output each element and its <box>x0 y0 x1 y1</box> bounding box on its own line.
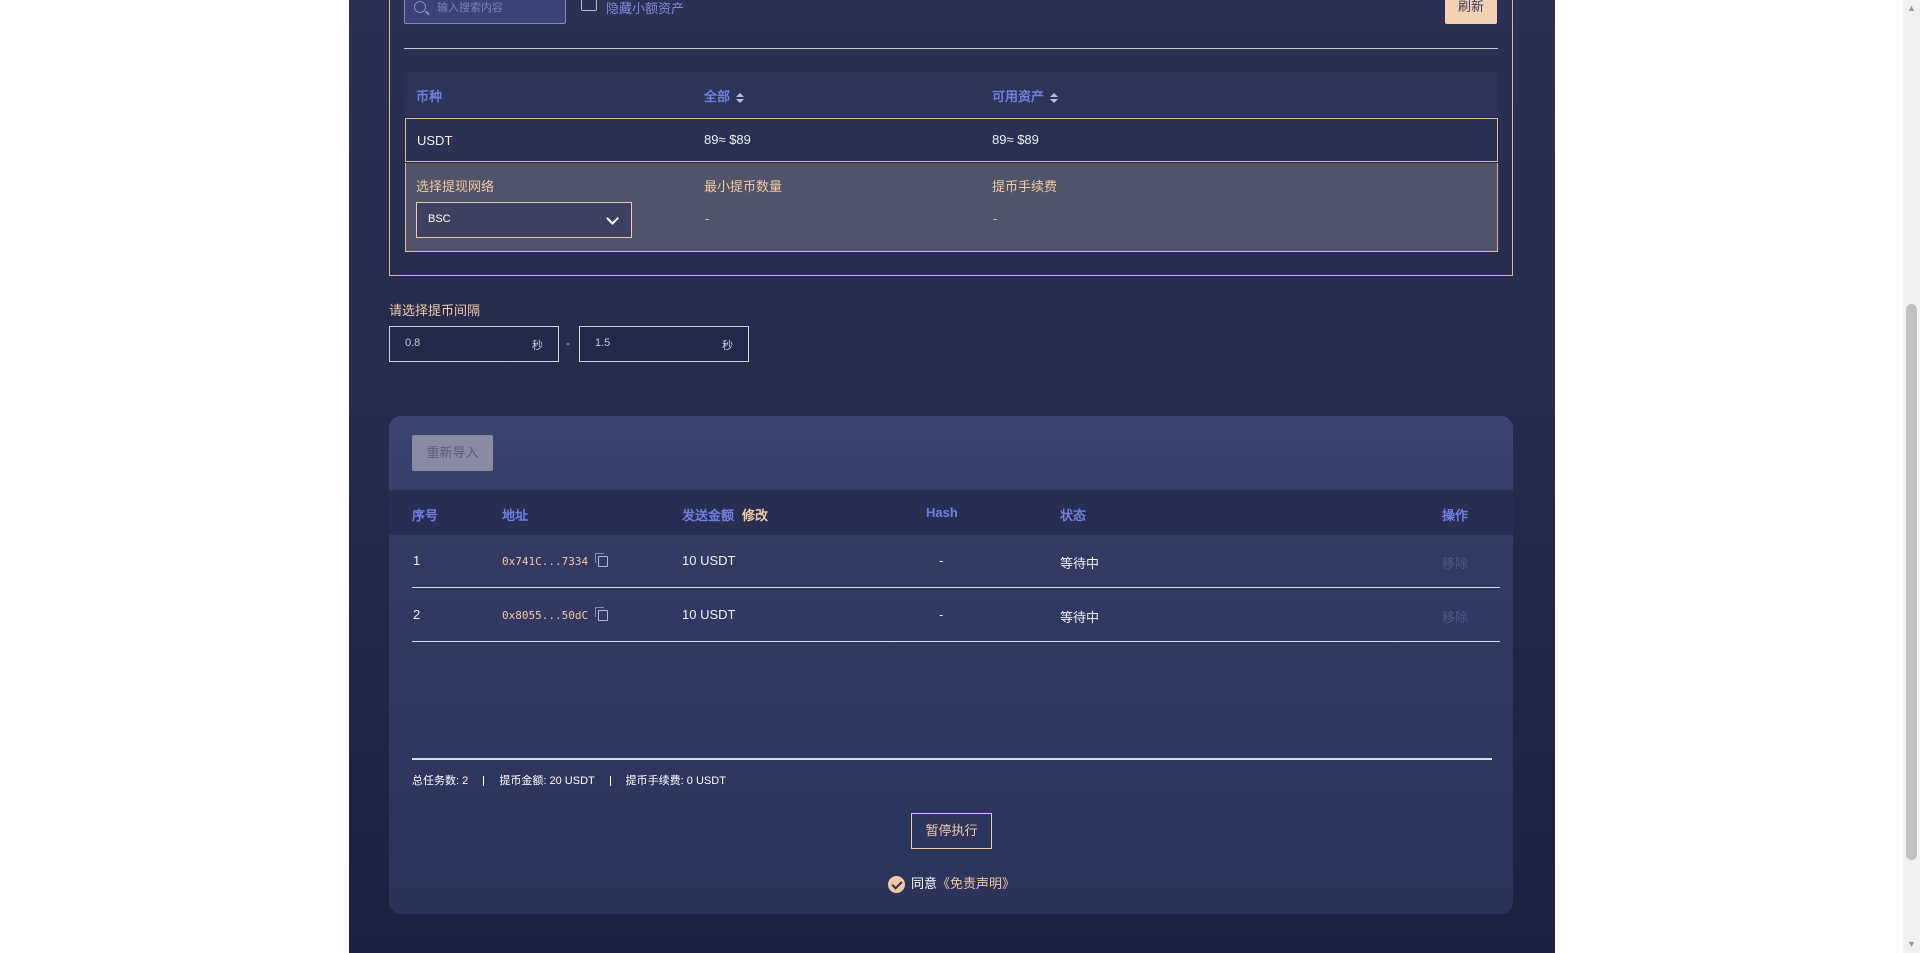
interval-max-value: 1.5 <box>595 337 611 349</box>
row-divider <box>412 641 1500 642</box>
row2-remove-button[interactable]: 移除 <box>1442 607 1468 626</box>
interval-separator: - <box>566 336 570 350</box>
header-amount: 发送金额 修改 <box>682 505 768 524</box>
row1-status: 等待中 <box>1060 556 1100 571</box>
row2-address-cell: 0x8055...50dC <box>502 607 609 622</box>
row1-amount: 10 USDT <box>682 553 736 568</box>
page-scrollbar[interactable]: ▲ ▼ <box>1903 0 1920 953</box>
withdraw-fee-value: 0 USDT <box>686 775 726 787</box>
scroll-down-arrow-icon[interactable]: ▼ <box>1903 936 1920 953</box>
cell-total: 89≈ $89 <box>704 132 751 147</box>
sort-icon[interactable] <box>1050 92 1059 103</box>
row2-status: 等待中 <box>1060 610 1100 625</box>
asset-table-header <box>404 72 1498 116</box>
edit-amount-link[interactable]: 修改 <box>742 508 768 523</box>
row2-amount: 10 USDT <box>682 607 736 622</box>
header-hash: Hash <box>926 505 958 520</box>
summary-separator <box>609 776 611 787</box>
header-total-label: 全部 <box>704 89 731 104</box>
pause-execution-button[interactable]: 暂停执行 <box>911 813 992 849</box>
task-summary: 总任务数: 2 提币金额: 20 USDT 提币手续费: 0 USDT <box>412 772 726 788</box>
row1-hash: - <box>939 553 944 568</box>
agree-text: 同意 <box>911 876 938 891</box>
header-available[interactable]: 可用资产 <box>992 86 1059 105</box>
cell-available: 89≈ $89 <box>992 132 1039 147</box>
fee-value: - <box>993 211 998 226</box>
row-divider <box>412 587 1500 588</box>
withdraw-fee-label: 提币手续费: <box>625 775 684 787</box>
row2-address: 0x8055...50dC <box>502 609 589 622</box>
search-box[interactable] <box>404 0 566 24</box>
header-total[interactable]: 全部 <box>704 86 745 105</box>
row1-index: 1 <box>413 553 421 568</box>
reimport-button[interactable]: 重新导入 <box>412 435 493 471</box>
copy-icon[interactable] <box>595 607 609 622</box>
checkmark-icon[interactable] <box>888 876 905 894</box>
row1-remove-button[interactable]: 移除 <box>1442 553 1468 572</box>
interval-max-input[interactable]: 1.5 秒 <box>579 326 749 362</box>
header-status: 状态 <box>1060 508 1087 523</box>
summary-separator <box>483 776 485 787</box>
header-address: 地址 <box>502 508 529 523</box>
min-amount-label: 最小提币数量 <box>704 179 783 194</box>
hide-small-assets-label[interactable]: 隐藏小额资产 <box>606 0 684 17</box>
header-available-label: 可用资产 <box>992 89 1045 104</box>
interval-max-unit: 秒 <box>722 340 733 352</box>
interval-min-input[interactable]: 0.8 秒 <box>389 326 559 362</box>
min-amount-value: - <box>705 211 710 226</box>
refresh-button[interactable]: 刷新 <box>1445 0 1497 24</box>
withdraw-amount-value: 20 USDT <box>549 775 595 787</box>
cell-coin: USDT <box>417 133 453 148</box>
header-action: 操作 <box>1442 508 1469 523</box>
asset-row-usdt[interactable] <box>405 118 1498 162</box>
total-tasks-value: 2 <box>462 775 469 787</box>
header-index: 序号 <box>412 508 439 523</box>
interval-min-value: 0.8 <box>405 337 421 349</box>
divider <box>404 48 1498 49</box>
row2-hash: - <box>939 607 944 622</box>
fee-label: 提币手续费 <box>992 179 1058 194</box>
search-icon <box>414 1 426 13</box>
chevron-down-icon <box>606 212 619 225</box>
row2-index: 2 <box>413 607 421 622</box>
network-label: 选择提现网络 <box>416 179 495 194</box>
interval-min-unit: 秒 <box>532 340 543 352</box>
copy-icon[interactable] <box>595 553 609 568</box>
hide-small-assets-checkbox[interactable] <box>581 0 597 11</box>
network-select[interactable]: BSC <box>416 202 632 238</box>
summary-divider <box>412 758 1492 760</box>
header-amount-label: 发送金额 <box>682 508 735 523</box>
scrollbar-thumb[interactable] <box>1906 304 1917 860</box>
withdraw-amount-label: 提币金额: <box>499 775 547 787</box>
row1-address: 0x741C...7334 <box>502 555 589 568</box>
sort-icon[interactable] <box>736 92 745 103</box>
disclaimer-link[interactable]: 《免责声明》 <box>937 876 1015 891</box>
row1-address-cell: 0x741C...7334 <box>502 553 609 568</box>
scroll-up-arrow-icon[interactable]: ▲ <box>1903 0 1920 17</box>
network-select-value: BSC <box>428 213 451 225</box>
total-tasks-label: 总任务数: <box>412 775 460 787</box>
search-input[interactable] <box>435 0 559 19</box>
interval-label: 请选择提币间隔 <box>389 303 481 318</box>
header-coin: 币种 <box>416 89 443 104</box>
agree-row[interactable]: 同意《免责声明》 <box>888 873 1015 894</box>
